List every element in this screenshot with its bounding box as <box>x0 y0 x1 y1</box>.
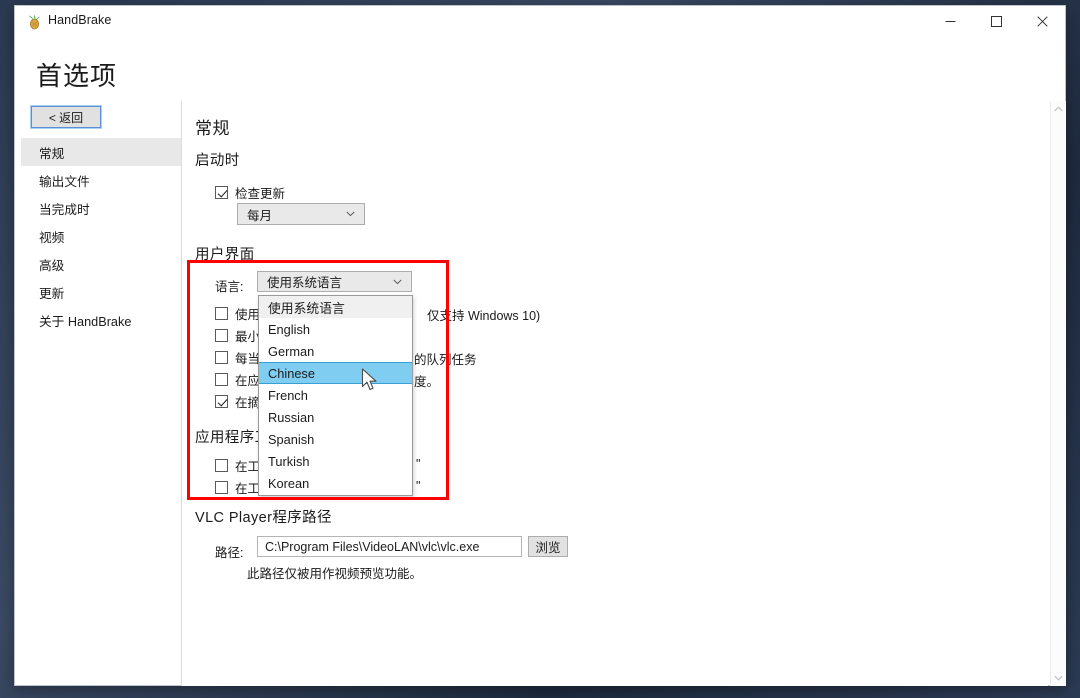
language-option-turkish[interactable]: Turkish <box>259 450 412 472</box>
vlc-heading: VLC Player程序路径 <box>195 510 332 526</box>
scrollbar-up-button[interactable] <box>1051 101 1066 117</box>
handbrake-pineapple-icon <box>26 14 42 30</box>
page-title: 首选项 <box>36 61 118 91</box>
chevron-down-icon <box>393 279 402 284</box>
back-button[interactable]: < 返回 <box>30 105 102 129</box>
sidebar-item-general[interactable]: 常规 <box>21 138 181 166</box>
language-option-spanish[interactable]: Spanish <box>259 428 412 450</box>
vlc-browse-button[interactable]: 浏览 <box>528 536 568 557</box>
sidebar-item-about[interactable]: 关于 HandBrake <box>21 306 181 334</box>
sidebar-nav: 常规 输出文件 当完成时 视频 高级 更新 关于 HandBrake <box>21 138 181 348</box>
ui-checkbox-row-5[interactable]: 在摘 <box>215 392 260 411</box>
ui-checkbox-row-1[interactable]: 使用 <box>215 304 260 323</box>
tray-checkbox-label-1: 在工 <box>235 460 261 474</box>
scrollbar-down-button[interactable] <box>1051 670 1066 686</box>
ui-heading: 用户界面 <box>195 247 255 263</box>
language-option-chinese[interactable]: Chinese <box>259 362 412 384</box>
language-label: 语言: <box>215 280 244 294</box>
language-dropdown-list[interactable]: 使用系统语言 English German Chinese French Rus… <box>258 295 413 496</box>
update-frequency-combobox[interactable]: 每月 <box>237 203 365 225</box>
ui-checkbox-1[interactable] <box>215 307 228 320</box>
language-option-russian[interactable]: Russian <box>259 406 412 428</box>
ui-checkbox-3[interactable] <box>215 351 228 364</box>
app-title: HandBrake <box>48 13 112 27</box>
vlc-path-input[interactable]: C:\Program Files\VideoLAN\vlc\vlc.exe <box>257 536 522 557</box>
ui-checkbox-4[interactable] <box>215 373 228 386</box>
tray-checkbox-2[interactable] <box>215 481 228 494</box>
ui-checkbox-label-2: 最小 <box>235 330 261 344</box>
check-updates-label: 检查更新 <box>235 187 286 201</box>
sidebar-item-output-files[interactable]: 输出文件 <box>21 166 181 194</box>
chevron-down-icon <box>346 211 355 217</box>
vlc-path-label: 路径: <box>215 546 244 560</box>
tray-checkbox-label-2: 在工 <box>235 482 261 496</box>
maximize-button[interactable] <box>973 6 1019 37</box>
vlc-path-hint: 此路径仅被用作视频预览功能。 <box>247 567 423 581</box>
sidebar-item-video[interactable]: 视频 <box>21 222 181 250</box>
tray-checkbox-suffix-1: " <box>416 457 421 471</box>
check-updates-checkbox-row[interactable]: 检查更新 <box>215 183 285 202</box>
language-option-korean[interactable]: Korean <box>259 472 412 494</box>
handbrake-preferences-window: HandBrake 首选项 < 返回 常规 输出文件 当完成时 视频 高级 更新 <box>14 5 1066 686</box>
close-button[interactable] <box>1019 6 1065 37</box>
sidebar-item-when-done[interactable]: 当完成时 <box>21 194 181 222</box>
ui-checkbox-label-1: 使用 <box>235 308 261 322</box>
tray-checkbox-row-2[interactable]: 在工 <box>215 478 260 497</box>
ui-checkbox-label-3: 每当 <box>235 352 261 366</box>
minimize-button[interactable] <box>927 6 973 37</box>
language-value: 使用系统语言 <box>267 276 343 290</box>
ui-checkbox-suffix-4: 度。 <box>414 375 440 389</box>
minimize-icon <box>945 21 955 22</box>
language-combobox[interactable]: 使用系统语言 <box>257 271 412 292</box>
ui-checkbox-5[interactable] <box>215 395 228 408</box>
ui-checkbox-2[interactable] <box>215 329 228 342</box>
sidebar-item-advanced[interactable]: 高级 <box>21 250 181 278</box>
ui-checkbox-suffix-1: 仅支持 Windows 10) <box>427 309 541 323</box>
ui-checkbox-label-4: 在应 <box>235 374 261 388</box>
content-scrollbar[interactable] <box>1050 101 1066 686</box>
update-frequency-value: 每月 <box>247 208 273 223</box>
chevron-down-icon <box>1054 675 1063 681</box>
language-option-french[interactable]: French <box>259 384 412 406</box>
ui-checkbox-label-5: 在摘 <box>235 396 261 410</box>
startup-heading: 启动时 <box>195 153 240 169</box>
language-option-system[interactable]: 使用系统语言 <box>259 296 412 318</box>
ui-checkbox-row-4[interactable]: 在应 <box>215 370 260 389</box>
content-heading: 常规 <box>195 119 230 138</box>
ui-checkbox-suffix-3: 的队列任务 <box>414 353 477 367</box>
ui-checkbox-row-2[interactable]: 最小 <box>215 326 260 345</box>
ui-checkbox-row-3[interactable]: 每当 <box>215 348 260 367</box>
sidebar-item-updates[interactable]: 更新 <box>21 278 181 306</box>
scrollbar-track[interactable] <box>1051 117 1066 670</box>
maximize-icon <box>990 16 1002 27</box>
tray-checkbox-row-1[interactable]: 在工 <box>215 456 260 475</box>
title-bar: HandBrake <box>15 6 1065 38</box>
language-option-english[interactable]: English <box>259 318 412 340</box>
tray-checkbox-suffix-2: " <box>416 479 421 493</box>
chevron-up-icon <box>1054 106 1063 112</box>
language-option-german[interactable]: German <box>259 340 412 362</box>
tray-checkbox-1[interactable] <box>215 459 228 472</box>
check-updates-checkbox[interactable] <box>215 186 228 199</box>
close-icon <box>1036 16 1048 27</box>
